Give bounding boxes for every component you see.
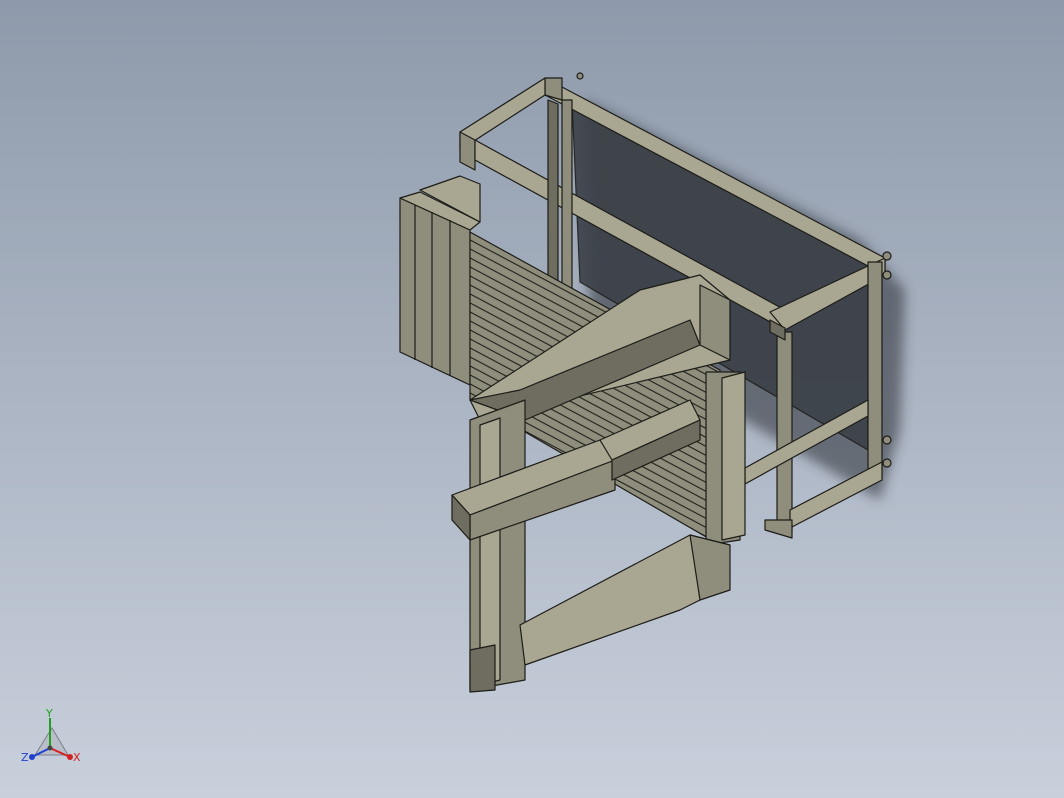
triad-x-label: X bbox=[73, 751, 81, 764]
cad-viewport[interactable]: Y X Z bbox=[0, 0, 1064, 798]
vertical-column[interactable] bbox=[469, 399, 526, 693]
triad-y-label: Y bbox=[45, 707, 53, 720]
triad-z-label: Z bbox=[21, 751, 29, 764]
left-plate[interactable] bbox=[399, 175, 481, 386]
viewport-canvas[interactable]: Y X Z bbox=[0, 0, 1064, 798]
